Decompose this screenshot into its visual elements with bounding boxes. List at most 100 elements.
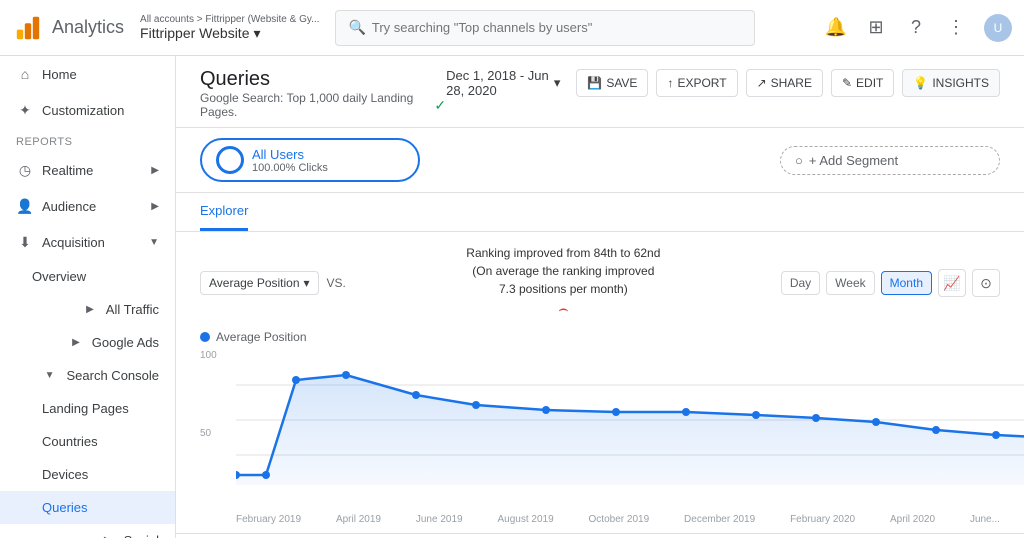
all-traffic-expand-icon: ▶ [86, 304, 94, 315]
search-input[interactable] [372, 20, 743, 35]
save-icon: 💾 [587, 76, 602, 90]
y-axis: 100 50 [200, 350, 236, 510]
sidebar-item-overview[interactable]: Overview [0, 260, 175, 293]
motion-chart-icon[interactable]: ⊙ [972, 269, 1000, 297]
search-bar[interactable]: 🔍 [335, 10, 755, 46]
annotation-curve-icon: ⌢ [346, 298, 781, 322]
sidebar-label-countries: Countries [42, 434, 98, 449]
analytics-title: Analytics [52, 17, 124, 38]
chart-wrapper: 100 50 [200, 350, 1000, 510]
audience-expand-icon: ▶ [151, 201, 159, 212]
line-chart-svg [236, 350, 1024, 490]
sidebar-item-google-ads[interactable]: ▶ Google Ads [0, 326, 175, 359]
sidebar-item-audience[interactable]: 👤 Audience ▶ [0, 188, 175, 224]
x-axis: February 2019 April 2019 June 2019 Augus… [200, 510, 1000, 533]
sidebar-label-landing-pages: Landing Pages [42, 401, 129, 416]
date-range[interactable]: Dec 1, 2018 - Jun 28, 2020 ▾ [446, 68, 560, 98]
site-name[interactable]: Fittripper Website ▾ [140, 25, 319, 42]
sidebar-item-acquisition[interactable]: ⬇ Acquisition ▼ [0, 224, 175, 260]
reports-section-label: REPORTS [0, 128, 175, 152]
sidebar-item-customization[interactable]: ✦ Customization [0, 92, 175, 128]
page-header: Queries Google Search: Top 1,000 daily L… [176, 56, 1024, 128]
notification-icon[interactable]: 🔔 [824, 16, 848, 40]
verified-check-icon: ✓ [434, 97, 446, 114]
realtime-icon: ◷ [16, 161, 34, 179]
period-day-btn[interactable]: Day [781, 271, 820, 295]
add-segment-button[interactable]: ○ + Add Segment [780, 146, 1000, 175]
sidebar-label-social: Social [124, 533, 159, 538]
line-chart-icon[interactable]: 📈 [938, 269, 966, 297]
top-bar: Analytics All accounts > Fittripper (Web… [0, 0, 1024, 56]
customization-icon: ✦ [16, 101, 34, 119]
share-button[interactable]: ↗ SHARE [746, 69, 823, 97]
logo-area: Analytics [12, 12, 124, 44]
export-icon: ↑ [667, 76, 673, 90]
all-users-segment[interactable]: All Users 100.00% Clicks [200, 138, 420, 182]
page-subtitle: Google Search: Top 1,000 daily Landing P… [200, 91, 446, 119]
date-range-dropdown-icon: ▾ [554, 75, 561, 91]
sidebar-item-devices[interactable]: Devices [0, 458, 175, 491]
tab-explorer[interactable]: Explorer [200, 193, 248, 231]
metric-select[interactable]: Average Position ▾ [200, 271, 319, 295]
period-week-btn[interactable]: Week [826, 271, 874, 295]
save-button[interactable]: 💾 SAVE [576, 69, 648, 97]
chart-right-controls: Day Week Month 📈 ⊙ [781, 269, 1000, 297]
add-segment-icon: ○ [795, 153, 803, 168]
top-icons: 🔔 ⊞ ? ⋮ U [824, 14, 1012, 42]
sidebar-label-all-traffic: All Traffic [106, 302, 159, 317]
chart-section: Average Position ▾ VS. Ranking improved … [176, 232, 1024, 534]
apps-grid-icon[interactable]: ⊞ [864, 16, 888, 40]
chart-left-controls: Average Position ▾ VS. [200, 271, 346, 295]
legend-dot [200, 332, 210, 342]
share-icon: ↗ [757, 76, 767, 90]
export-button[interactable]: ↑ EXPORT [656, 69, 737, 97]
audience-icon: 👤 [16, 197, 34, 215]
more-icon[interactable]: ⋮ [944, 16, 968, 40]
realtime-expand-icon: ▶ [151, 165, 159, 176]
home-icon: ⌂ [16, 65, 34, 83]
search-icon: 🔍 [348, 19, 365, 36]
sidebar-label-queries: Queries [42, 500, 88, 515]
dimension-bar: Primary Dimension: Search Query Secondar… [176, 534, 1024, 538]
page-title: Queries [200, 68, 446, 91]
chart-controls: Average Position ▾ VS. Ranking improved … [200, 244, 1000, 322]
explorer-tab-bar: Explorer [176, 193, 1024, 232]
vs-label: VS. [327, 276, 346, 290]
sidebar-label-customization: Customization [42, 103, 124, 118]
sidebar-item-landing-pages[interactable]: Landing Pages [0, 392, 175, 425]
account-info: All accounts > Fittripper (Website & Gy.… [140, 14, 319, 42]
edit-icon: ✎ [842, 76, 852, 90]
metric-dropdown-icon: ▾ [304, 276, 310, 290]
sidebar-label-acquisition: Acquisition [42, 235, 105, 250]
sidebar-item-countries[interactable]: Countries [0, 425, 175, 458]
segment-bar: All Users 100.00% Clicks ○ + Add Segment [176, 128, 1024, 193]
insights-icon: 💡 [913, 76, 928, 90]
avatar[interactable]: U [984, 14, 1012, 42]
help-icon[interactable]: ? [904, 16, 928, 40]
main-content: Queries Google Search: Top 1,000 daily L… [176, 56, 1024, 538]
edit-button[interactable]: ✎ EDIT [831, 69, 894, 97]
analytics-logo-icon [12, 12, 44, 44]
sidebar-item-queries[interactable]: Queries [0, 491, 175, 524]
sidebar-item-all-traffic[interactable]: ▶ All Traffic [0, 293, 175, 326]
segment-info: All Users 100.00% Clicks [252, 147, 328, 174]
sidebar-item-realtime[interactable]: ◷ Realtime ▶ [0, 152, 175, 188]
sidebar-item-social[interactable]: ▶ Social [0, 524, 175, 538]
chart-legend: Average Position [200, 330, 1000, 344]
segment-circle-icon [216, 146, 244, 174]
period-month-btn[interactable]: Month [881, 271, 932, 295]
layout: ⌂ Home ✦ Customization REPORTS ◷ Realtim… [0, 56, 1024, 538]
annotation-text: Ranking improved from 84th to 62nd (On a… [346, 244, 781, 322]
sidebar: ⌂ Home ✦ Customization REPORTS ◷ Realtim… [0, 56, 176, 538]
dropdown-arrow-icon[interactable]: ▾ [253, 25, 260, 42]
insights-button[interactable]: 💡 INSIGHTS [902, 69, 1000, 97]
date-range-text: Dec 1, 2018 - Jun 28, 2020 [446, 68, 550, 98]
sidebar-label-search-console: Search Console [67, 368, 160, 383]
sidebar-item-search-console[interactable]: ▼ Search Console [0, 359, 175, 392]
sidebar-item-home[interactable]: ⌂ Home [0, 56, 175, 92]
sidebar-label-home: Home [42, 67, 77, 82]
header-actions: Dec 1, 2018 - Jun 28, 2020 ▾ 💾 SAVE ↑ EX… [446, 68, 1000, 98]
acquisition-expand-icon: ▼ [149, 237, 159, 248]
segment-pct: 100.00% Clicks [252, 162, 328, 174]
segment-name: All Users [252, 147, 328, 162]
